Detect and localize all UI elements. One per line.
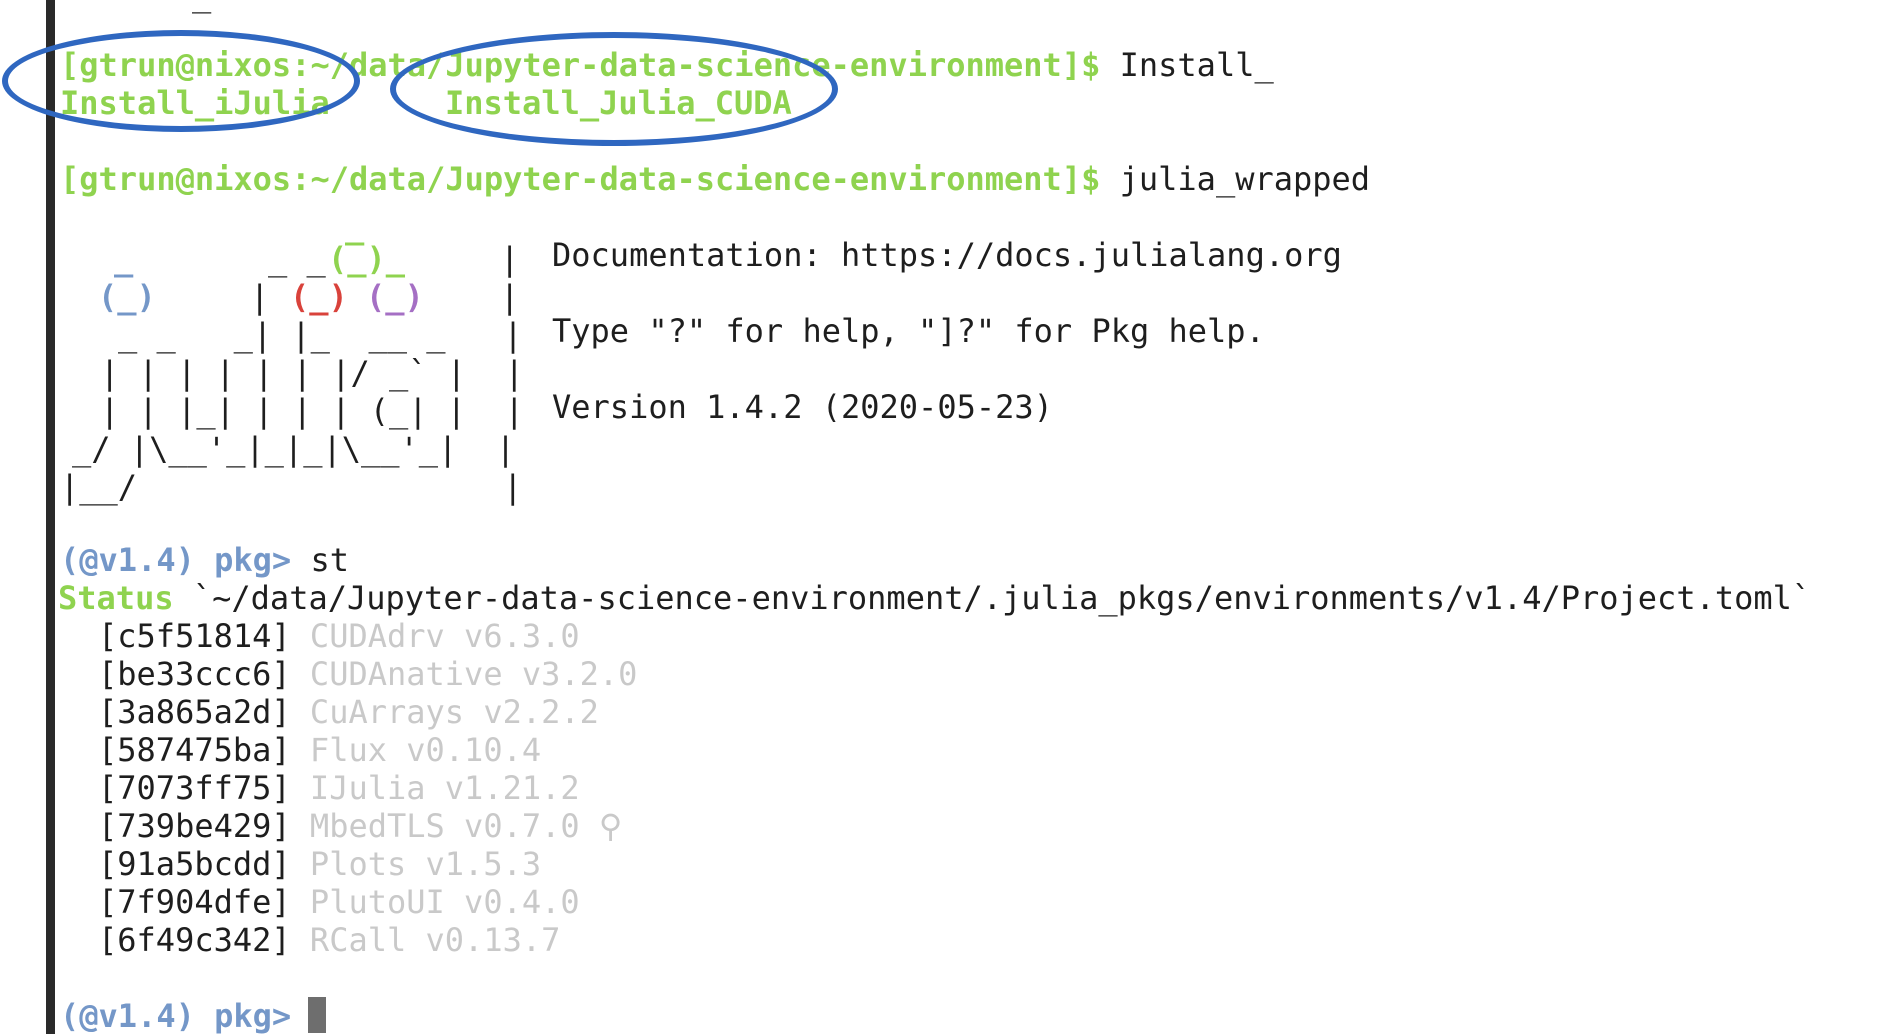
package-uuid: [3a865a2d]: [98, 693, 291, 731]
package-uuid: [739be429]: [98, 807, 291, 845]
package-name: IJulia v1.21.2: [309, 769, 580, 807]
list-item: [7073ff75] IJulia v1.21.2: [98, 769, 580, 807]
status-project-path: `~/data/Jupyter-data-science-environment…: [173, 579, 1812, 617]
pkg-line-status-command: (@v1.4) pkg> st: [60, 541, 349, 579]
shell-line-julia-wrapped: [gtrun@nixos:~/data/Jupyter-data-science…: [60, 160, 1370, 198]
list-item: [739be429] MbedTLS v0.7.0 ⚲: [98, 807, 622, 845]
pkg-prompt-current[interactable]: (@v1.4) pkg>: [60, 997, 291, 1034]
package-uuid: [be33ccc6]: [98, 655, 291, 693]
list-item: [3a865a2d] CuArrays v2.2.2: [98, 693, 599, 731]
list-item: [c5f51814] CUDAdrv v6.3.0: [98, 617, 580, 655]
julia-logo-art-line-4: _ _ _| |_ __ _ |: [118, 316, 523, 354]
package-name: RCall v0.13.7: [309, 921, 561, 959]
package-name: MbedTLS v0.7.0 ⚲: [309, 807, 623, 845]
logo-dot-purple: (_): [366, 278, 424, 316]
package-name: CUDAdrv v6.3.0: [309, 617, 580, 655]
package-uuid: [91a5bcdd]: [98, 845, 291, 883]
logo-dot-blue-top: _: [114, 240, 134, 278]
julia-logo-art-line-6: | | |_| | | | (_| | |: [100, 392, 524, 430]
logo-dot-red: (_): [290, 278, 348, 316]
banner-documentation: Documentation: https://docs.julialang.or…: [552, 236, 1342, 274]
list-item: [7f904dfe] PlutoUI v0.4.0: [98, 883, 580, 921]
package-uuid: [7073ff75]: [98, 769, 291, 807]
previous-output-fragment: _: [192, 0, 211, 14]
package-name: CuArrays v2.2.2: [309, 693, 599, 731]
shell-prompt: [gtrun@nixos:~/data/Jupyter-data-science…: [60, 160, 1101, 198]
list-item: [be33ccc6] CUDAnative v3.2.0: [98, 655, 637, 693]
status-label: Status: [58, 579, 174, 617]
julia-logo-art-line-8: |__/ |: [60, 468, 523, 506]
logo-dot-green: (_)_: [328, 240, 406, 278]
shell-command-julia-wrapped: julia_wrapped: [1100, 160, 1371, 198]
julia-logo-art-line-5: | | | | | | |/ _` | |: [100, 354, 524, 392]
window-left-border: [46, 0, 55, 1034]
package-uuid: [6f49c342]: [98, 921, 291, 959]
annotation-ellipse-install-ijulia: [2, 30, 360, 132]
logo-dot-blue: (_): [98, 278, 156, 316]
banner-help: Type "?" for help, "]?" for Pkg help.: [552, 312, 1265, 350]
text-cursor[interactable]: [308, 997, 326, 1033]
package-name: PlutoUI v0.4.0: [309, 883, 580, 921]
julia-logo-art-line-7: _/ |\__'_|_|_|\__'_| |: [72, 430, 516, 468]
package-uuid: [c5f51814]: [98, 617, 291, 655]
pkg-status-line: Status `~/data/Jupyter-data-science-envi…: [58, 579, 1811, 617]
list-item: [91a5bcdd] Plots v1.5.3: [98, 845, 541, 883]
terminal-window[interactable]: _ [gtrun@nixos:~/data/Jupyter-data-scien…: [0, 0, 1891, 1034]
banner-version: Version 1.4.2 (2020-05-23): [552, 388, 1053, 426]
package-uuid: [587475ba]: [98, 731, 291, 769]
list-item: [587475ba] Flux v0.10.4: [98, 731, 541, 769]
package-uuid: [7f904dfe]: [98, 883, 291, 921]
pkg-prompt: (@v1.4) pkg>: [60, 541, 292, 579]
pkg-command: st: [291, 541, 349, 579]
package-name: Plots v1.5.3: [309, 845, 542, 883]
annotation-ellipse-install-julia-cuda: [390, 32, 838, 146]
package-name: Flux v0.10.4: [309, 731, 542, 769]
package-name: CUDAnative v3.2.0: [309, 655, 638, 693]
shell-command-install: Install_: [1100, 46, 1274, 84]
list-item: [6f49c342] RCall v0.13.7: [98, 921, 560, 959]
